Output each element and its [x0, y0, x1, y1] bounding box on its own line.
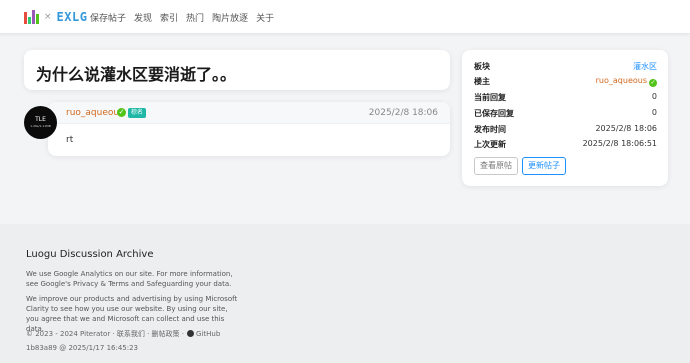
author-link[interactable]: ruo_aqueous — [596, 76, 647, 85]
main-nav: 保存帖子 发现 索引 热门 陶片放逐 关于 — [90, 11, 274, 24]
site-footer: Luogu Discussion Archive We use Google A… — [0, 224, 690, 363]
reply-timestamp: 2025/2/8 18:06 — [368, 108, 438, 118]
logo-separator: × — [44, 12, 52, 22]
avatar[interactable]: TLE 1.26s/1.11MB — [24, 106, 57, 139]
info-row-author: 楼主 ruo_aqueous ✓ — [474, 76, 657, 88]
footer-build-info: 1b83a89 @ 2025/1/17 16:45:23 — [26, 344, 139, 352]
post-title: 为什么说灌水区要消逝了。。 — [36, 65, 237, 84]
footer-copyright: © 2023 - 2024 Piterator · 联系我们 · 删帖政策 · — [26, 330, 184, 338]
footer-title: Luogu Discussion Archive — [26, 249, 154, 260]
post-info-card: 板块 灌水区 楼主 ruo_aqueous ✓ 当前回复 0 已保存回复 0 发布… — [462, 50, 668, 186]
reply-author-link[interactable]: ruo_aqueous — [66, 108, 124, 118]
avatar-text: TLE — [35, 116, 46, 123]
reply-content: rt — [66, 135, 74, 145]
info-row-last-updated: 上次更新 2025/2/8 18:06:51 — [474, 139, 657, 151]
info-value: 2025/2/8 18:06:51 — [582, 139, 657, 148]
info-label: 楼主 — [474, 77, 490, 86]
top-navbar: × EXLG 保存帖子 发现 索引 热门 陶片放逐 关于 — [0, 0, 690, 34]
footer-clarity-notice: We improve our products and advertising … — [26, 295, 238, 333]
info-label: 当前回复 — [474, 93, 506, 102]
info-label: 发布时间 — [474, 125, 506, 134]
user-badge: 棕名 — [128, 108, 147, 118]
info-row-current-replies: 当前回复 0 — [474, 92, 657, 104]
reply-card: ruo_aqueous ✓ 棕名 2025/2/8 18:06 rt — [48, 102, 450, 156]
avatar-subtext: 1.26s/1.11MB — [30, 124, 51, 128]
exlg-logo-text: EXLG — [56, 10, 88, 24]
nav-item-about[interactable]: 关于 — [256, 11, 274, 24]
info-label: 上次更新 — [474, 140, 506, 149]
luogu-logo-icon — [24, 10, 39, 24]
reply-header: ruo_aqueous ✓ 棕名 2025/2/8 18:06 — [48, 102, 450, 124]
forum-link[interactable]: 灌水区 — [633, 61, 657, 72]
info-label: 板块 — [474, 62, 490, 71]
view-original-button[interactable]: 查看原帖 — [474, 157, 518, 175]
nav-item-save-post[interactable]: 保存帖子 — [90, 11, 126, 24]
footer-analytics-notice: We use Google Analytics on our site. For… — [26, 270, 233, 288]
verified-check-icon: ✓ — [117, 108, 126, 117]
info-row-forum: 板块 灌水区 — [474, 61, 657, 73]
verified-check-icon: ✓ — [649, 79, 657, 87]
info-row-published: 发布时间 2025/2/8 18:06 — [474, 124, 657, 136]
nav-item-index[interactable]: 索引 — [160, 11, 178, 24]
info-row-saved-replies: 已保存回复 0 — [474, 108, 657, 120]
info-value: 2025/2/8 18:06 — [595, 124, 657, 133]
footer-meta: © 2023 - 2024 Piterator · 联系我们 · 删帖政策 · G… — [26, 329, 220, 339]
github-link[interactable]: GitHub — [196, 330, 220, 338]
info-value: 0 — [651, 92, 657, 101]
github-icon — [187, 330, 194, 337]
nav-item-discover[interactable]: 发现 — [134, 11, 152, 24]
author-value: ruo_aqueous ✓ — [596, 76, 657, 87]
nav-item-hot[interactable]: 热门 — [186, 11, 204, 24]
info-label: 已保存回复 — [474, 109, 514, 118]
info-value: 0 — [651, 108, 657, 117]
update-post-button[interactable]: 更新帖子 — [522, 157, 566, 175]
site-logo[interactable]: × EXLG — [24, 9, 87, 25]
post-title-card: 为什么说灌水区要消逝了。。 — [24, 50, 450, 90]
nav-item-ostracism[interactable]: 陶片放逐 — [212, 11, 248, 24]
